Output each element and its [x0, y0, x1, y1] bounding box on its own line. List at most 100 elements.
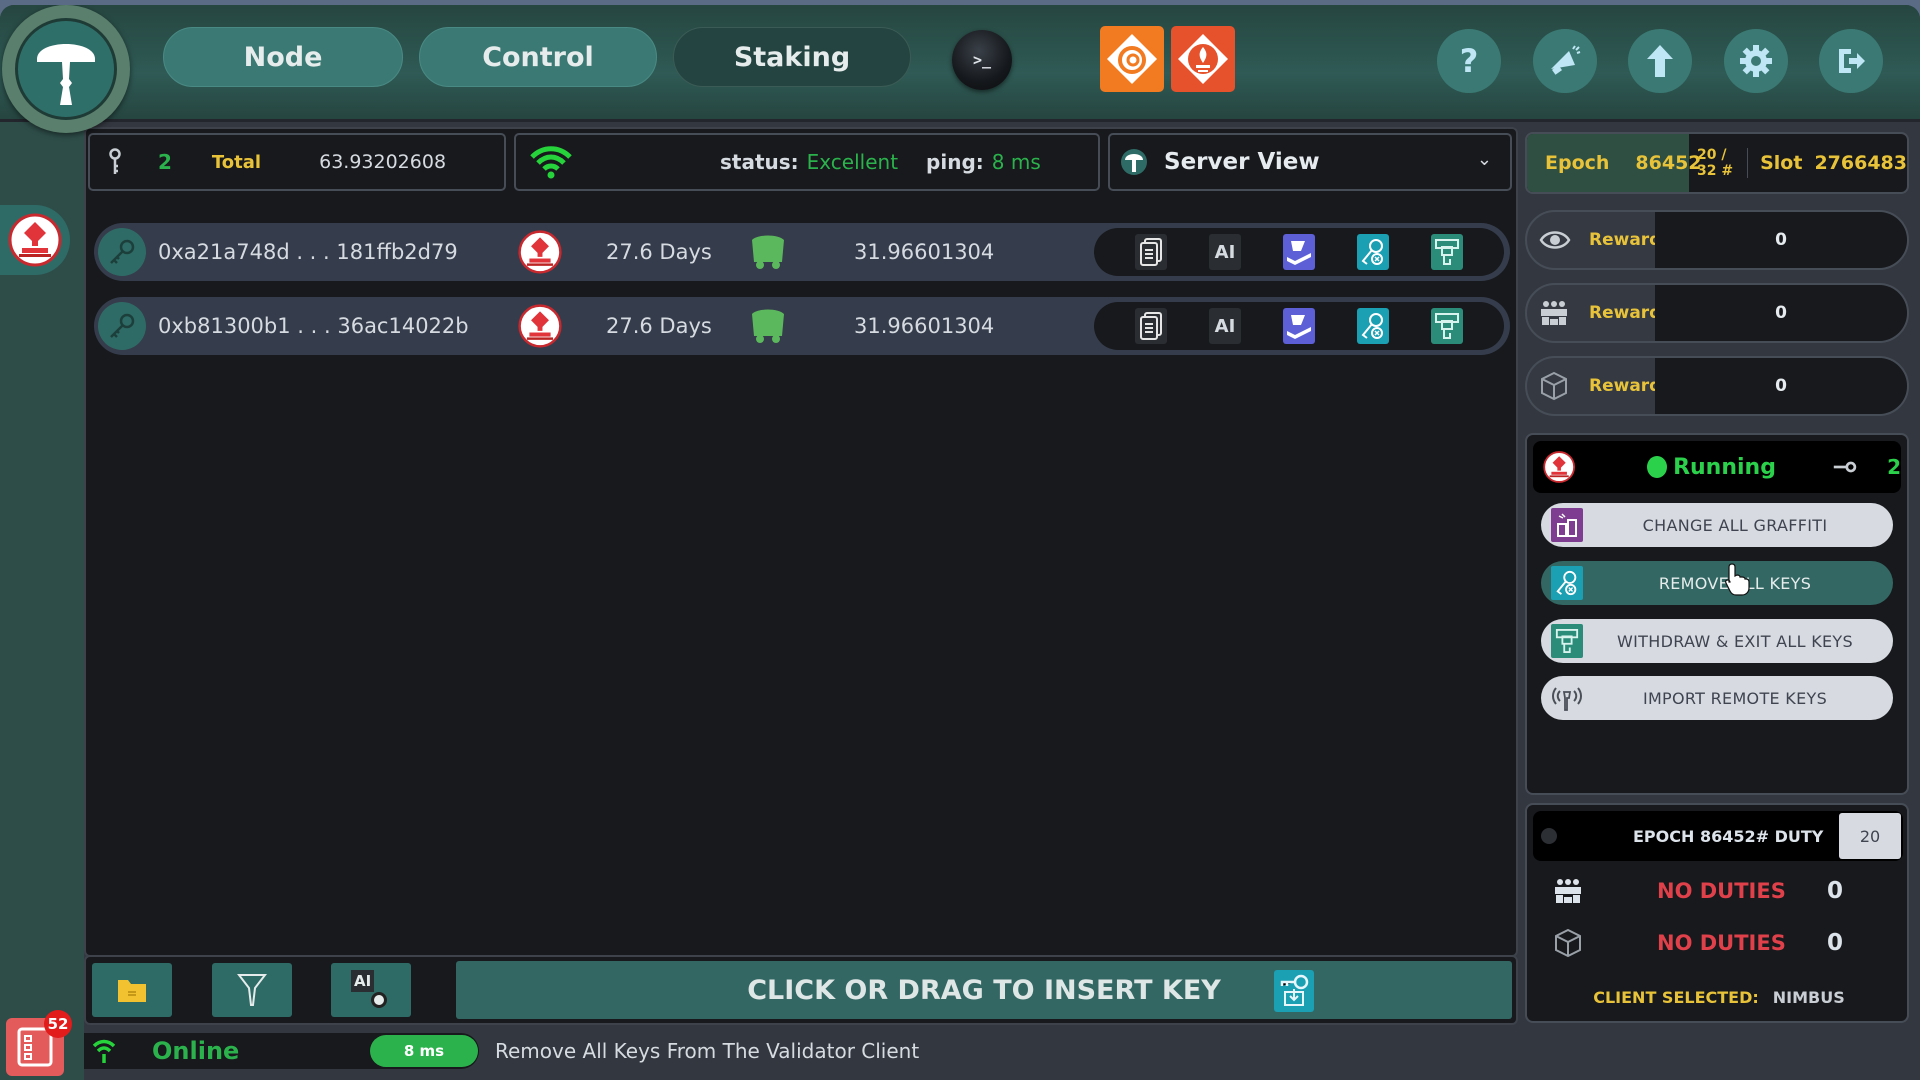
slot-progress: 20 / 32 #	[1697, 147, 1734, 179]
block-proposal-reward: Reward 0	[1525, 356, 1909, 416]
withdraw-exit-button[interactable]	[1431, 234, 1463, 270]
copy-key-button[interactable]	[1135, 234, 1167, 270]
copy-key-button[interactable]	[1135, 308, 1167, 344]
epoch-value: 86452	[1635, 152, 1702, 174]
key-row-key-button[interactable]	[98, 228, 146, 276]
grafana-button[interactable]	[1100, 26, 1164, 92]
wifi-icon	[92, 1039, 116, 1063]
update-button[interactable]	[1628, 29, 1692, 93]
validator-pubkey[interactable]: 0xb81300b1 . . . 36ac14022b	[158, 314, 469, 338]
copy-icon	[1140, 312, 1162, 340]
validator-balance: 31.96601304	[854, 240, 995, 264]
remove-key-icon	[1361, 313, 1383, 339]
remove-all-keys-button[interactable]: REMOVE ALL KEYS	[1541, 561, 1893, 605]
sidebar-validator-client[interactable]	[0, 205, 70, 275]
attestation-reward: Reward 0	[1525, 210, 1909, 270]
block-icon	[1555, 928, 1581, 958]
duty-header: EPOCH 86452# DUTY 20	[1533, 811, 1903, 861]
withdraw-exit-button[interactable]	[1431, 308, 1463, 344]
help-button[interactable]: ?	[1437, 29, 1501, 93]
view-selector[interactable]: Server View ⌄	[1108, 133, 1512, 191]
ai-analysis-button[interactable]: AI	[1209, 308, 1241, 344]
withdraw-exit-all-keys-button[interactable]: WITHDRAW & EXIT ALL KEYS	[1541, 619, 1893, 663]
ai-label: AI	[351, 970, 375, 992]
tab-control[interactable]: Control	[419, 27, 657, 87]
running-indicator-icon	[1647, 456, 1668, 478]
nimbus-client-icon	[1543, 451, 1576, 483]
terminal-icon: >_	[972, 51, 992, 69]
view-selector-value: Server View	[1164, 149, 1320, 175]
remove-key-icon	[1361, 239, 1383, 265]
validator-age: 27.6 Days	[606, 240, 712, 264]
key-row-key-button[interactable]	[98, 302, 146, 350]
key-icon	[110, 313, 135, 338]
announcements-button[interactable]	[1533, 29, 1597, 93]
filter-button[interactable]	[212, 963, 292, 1017]
connection-status-bar: status: Excellent ping: 8 ms	[514, 133, 1100, 191]
open-folder-button[interactable]	[92, 963, 172, 1017]
graffiti-button[interactable]	[1283, 308, 1315, 344]
withdraw-icon	[1435, 313, 1459, 339]
withdraw-icon	[1551, 624, 1583, 658]
remove-key-button[interactable]	[1357, 308, 1389, 344]
total-value: 63.93202608	[319, 151, 447, 173]
insert-key-dropzone[interactable]: CLICK OR DRAG TO INSERT KEY	[456, 961, 1512, 1019]
duty-label: NO DUTIES	[1657, 931, 1786, 955]
duty-count: 0	[1827, 930, 1844, 956]
insert-key-label: CLICK OR DRAG TO INSERT KEY	[747, 974, 1221, 1006]
duty-row-sync-committee: NO DUTIES 0	[1527, 871, 1911, 911]
filter-icon	[237, 974, 267, 1006]
nimbus-client-icon	[8, 213, 62, 267]
key-row[interactable]: 0xb81300b1 . . . 36ac14022b 27.6 Days 31…	[94, 297, 1510, 355]
slot-label: Slot	[1760, 152, 1803, 174]
terminal-button[interactable]: >_	[952, 30, 1012, 90]
committee-icon	[1555, 879, 1581, 903]
validator-pubkey[interactable]: 0xa21a748d . . . 181ffb2d79	[158, 240, 458, 264]
reward-label: Reward	[1589, 303, 1662, 323]
client-key-count: 2	[1887, 455, 1901, 479]
settings-button[interactable]	[1724, 29, 1788, 93]
block-icon	[1541, 371, 1567, 401]
epoch-divider	[1746, 148, 1749, 178]
ai-icon: AI	[1214, 315, 1236, 337]
client-selected-row: CLIENT SELECTED: NIMBUS	[1527, 977, 1911, 1017]
status-bar: Online 8 ms Remove All Keys From The Val…	[84, 1032, 1518, 1070]
top-bar: Node Control Staking >_ ?	[0, 5, 1920, 133]
tab-node[interactable]: Node	[163, 27, 403, 87]
prometheus-button[interactable]	[1171, 26, 1235, 92]
wifi-icon	[530, 146, 572, 179]
mushroom-icon	[37, 44, 95, 105]
duty-slot-input[interactable]: 20	[1839, 813, 1901, 859]
withdraw-exit-all-keys-label: WITHDRAW & EXIT ALL KEYS	[1617, 631, 1853, 651]
copy-icon	[1140, 238, 1162, 266]
key-actions: AI	[1094, 228, 1504, 276]
duty-label: NO DUTIES	[1657, 879, 1786, 903]
graffiti-button[interactable]	[1283, 234, 1315, 270]
logout-button[interactable]	[1819, 29, 1883, 93]
status-label: status:	[720, 150, 799, 174]
import-remote-keys-button[interactable]: IMPORT REMOTE KEYS	[1541, 676, 1893, 720]
nimbus-client-icon	[518, 230, 562, 274]
sync-committee-reward: Reward 0	[1525, 283, 1909, 343]
key-row[interactable]: 0xa21a748d . . . 181ffb2d79 27.6 Days 31…	[94, 223, 1510, 281]
epoch-label: Epoch	[1545, 152, 1610, 174]
mouse-cursor-icon	[1725, 563, 1750, 596]
ai-analysis-button[interactable]: AI	[1209, 234, 1241, 270]
prometheus-icon	[1178, 34, 1228, 84]
epoch-info: Epoch 86452 20 / 32 # Slot 2766483	[1525, 132, 1909, 194]
megaphone-icon	[1551, 45, 1581, 75]
status-active-icon	[752, 309, 784, 343]
client-selected-value: NIMBUS	[1772, 987, 1845, 1007]
change-all-graffiti-button[interactable]: CHANGE ALL GRAFFITI	[1541, 503, 1893, 547]
key-count: 2	[158, 150, 172, 174]
ping-label: ping:	[926, 150, 984, 174]
status-active-icon	[752, 235, 784, 269]
folder-icon	[118, 980, 146, 1002]
connection-status: Online	[152, 1037, 240, 1065]
tab-staking[interactable]: Staking	[673, 27, 911, 87]
status-value: Excellent	[806, 150, 899, 174]
remove-key-button[interactable]	[1357, 234, 1389, 270]
stereum-logo[interactable]	[2, 5, 130, 133]
ai-toggle-button[interactable]: AI	[331, 963, 411, 1017]
notifications-button[interactable]: 52	[6, 1010, 72, 1076]
